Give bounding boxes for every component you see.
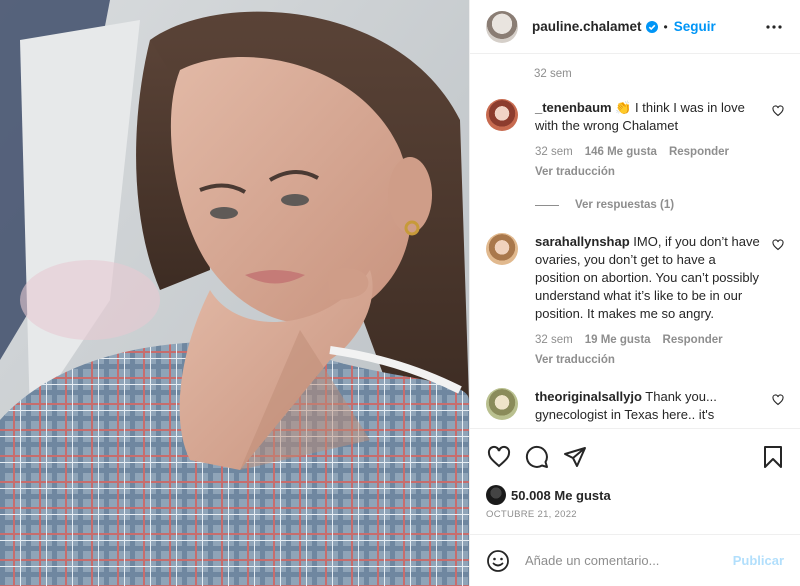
comment-item: sarahallynshap IMO, if you don’t have ov… bbox=[486, 233, 784, 369]
post-photo[interactable] bbox=[0, 0, 469, 586]
comment-time: 32 sem bbox=[535, 146, 573, 158]
likes-count[interactable]: 50.008 Me gusta bbox=[511, 488, 611, 503]
comment-likes[interactable]: 19 Me gusta bbox=[585, 331, 651, 349]
post-actions bbox=[470, 428, 800, 484]
bookmark-icon[interactable] bbox=[760, 444, 786, 470]
translate-link[interactable]: Ver traducción bbox=[535, 163, 760, 181]
commenter-username[interactable]: theoriginalsallyjo bbox=[535, 389, 642, 404]
post-date: OCTUBRE 21, 2022 bbox=[486, 509, 577, 520]
commenter-avatar[interactable] bbox=[486, 233, 518, 265]
share-icon[interactable] bbox=[562, 444, 588, 470]
comment-item: theoriginalsallyjo Thank you... gynecolo… bbox=[486, 388, 784, 424]
view-replies-label: Ver respuestas (1) bbox=[575, 199, 675, 211]
replies-divider bbox=[535, 204, 559, 206]
commenter-avatar[interactable] bbox=[486, 388, 518, 420]
commenter-username[interactable]: sarahallynshap bbox=[535, 234, 630, 249]
comment-time: 32 sem bbox=[535, 334, 573, 346]
verified-badge-icon bbox=[645, 20, 658, 33]
commenter-username[interactable]: _tenenbaum bbox=[535, 100, 612, 115]
reply-button[interactable]: Responder bbox=[663, 331, 723, 349]
comment-heart-icon[interactable] bbox=[772, 239, 784, 251]
comment-item: _tenenbaum 👏 I think I was in love with … bbox=[486, 99, 784, 181]
post-side-panel: pauline.chalamet • Seguir 32 sem _tenenb… bbox=[469, 0, 800, 586]
caption-timestamp: 32 sem bbox=[534, 68, 572, 80]
author-username[interactable]: pauline.chalamet bbox=[532, 19, 642, 34]
comment-likes[interactable]: 146 Me gusta bbox=[585, 143, 657, 161]
selfie-image bbox=[0, 0, 469, 586]
clap-emoji: 👏 bbox=[615, 100, 632, 115]
reply-button[interactable]: Responder bbox=[669, 143, 729, 161]
likes-row: 50.008 Me gusta bbox=[470, 484, 800, 506]
post-comment-button[interactable]: Publicar bbox=[733, 553, 784, 568]
comment-heart-icon[interactable] bbox=[772, 394, 784, 406]
emoji-icon[interactable] bbox=[486, 549, 510, 573]
author-avatar[interactable] bbox=[486, 10, 518, 43]
separator-dot: • bbox=[663, 19, 668, 34]
add-comment-bar: Publicar bbox=[470, 534, 800, 586]
post-header: pauline.chalamet • Seguir bbox=[470, 0, 800, 54]
comment-heart-icon[interactable] bbox=[772, 105, 784, 117]
comments-list[interactable]: 32 sem _tenenbaum 👏 I think I was in lov… bbox=[470, 54, 800, 428]
like-icon[interactable] bbox=[486, 444, 512, 470]
translate-link[interactable]: Ver traducción bbox=[535, 351, 760, 369]
more-options-icon[interactable] bbox=[762, 15, 786, 39]
liker-avatar[interactable] bbox=[486, 485, 506, 505]
view-replies-link[interactable]: Ver respuestas (1) bbox=[535, 199, 784, 211]
comment-input[interactable] bbox=[525, 553, 733, 568]
commenter-avatar[interactable] bbox=[486, 99, 518, 131]
comment-icon[interactable] bbox=[524, 444, 550, 470]
post-modal: pauline.chalamet • Seguir 32 sem _tenenb… bbox=[0, 0, 800, 586]
follow-button[interactable]: Seguir bbox=[674, 19, 716, 34]
